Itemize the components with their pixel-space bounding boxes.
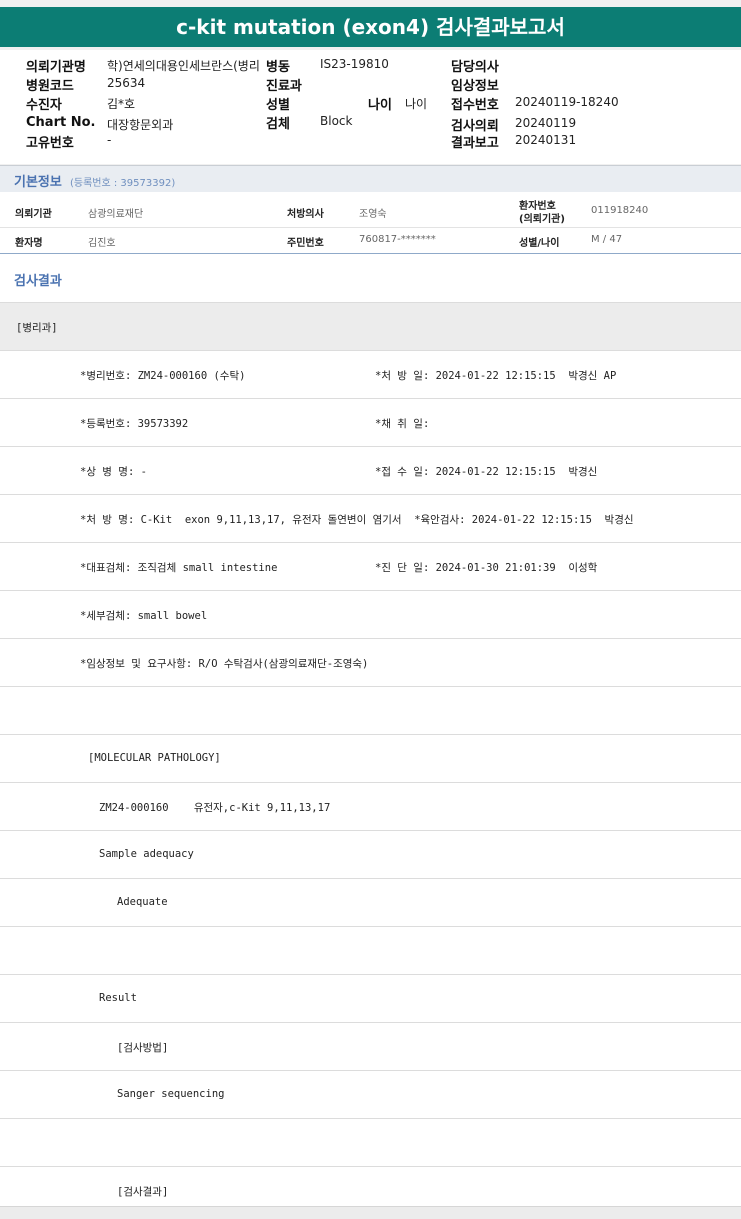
page-bottom-bar [0,1206,741,1219]
result-header: 검사결과 [0,254,741,302]
result-row: Sanger sequencing [0,1070,741,1118]
header-label-chart-no: Chart No. [26,115,96,130]
report-page: c-kit mutation (exon4) 검사결과보고서 의뢰기관명 학)연… [0,0,741,1219]
report-title: c-kit mutation (exon4) 검사결과보고서 [0,7,741,47]
basic-info-registration: (등록번호 : 39573392) [70,178,176,189]
result-row-left: *등록번호: 39573392 [80,418,189,430]
header-value-age: 나이 [405,97,428,111]
result-row-left: Sanger sequencing [117,1088,225,1100]
result-row [0,1118,741,1166]
header-value-ward: IS23-19810 [320,57,389,71]
basic-info-header: 기본정보 (등록번호 : 39573392) [0,165,741,193]
result-row-left: [검사방법] [117,1042,169,1054]
result-row: *상 병 명: - *접 수 일: 2024-01-22 12:15:15 박경… [0,446,741,494]
basic-info-table: 의뢰기관 삼광의료재단 처방의사 조영숙 환자번호 (의뢰기관) 0119182… [0,192,741,254]
result-row: Sample adequacy [0,830,741,878]
value-patient-no: 011918240 [591,205,649,216]
value-rrn: 760817-******* [359,234,436,245]
result-row: *세부검체: small bowel [0,590,741,638]
result-row-left: *처 방 명: C-Kit exon 9,11,13,17, 유전자 돌연변이 … [80,514,634,526]
result-row [0,686,741,734]
result-row-left: *병리번호: ZM24-000160 (수탁) [80,370,246,382]
header-label-department: 진료과 [266,79,302,94]
header-label-sex: 성별 [266,98,290,113]
result-row-left: *상 병 명: - [80,466,147,478]
header-label-patient: 수진자 [26,98,62,113]
basic-info-divider [0,227,741,228]
header-label-report-date: 결과보고 [451,136,499,151]
value-patient-name: 김진호 [88,238,116,249]
header-label-hospital-code: 병원코드 [26,79,74,94]
header-label-doctor: 담당의사 [451,60,499,75]
header-value-report-date: 20240131 [515,133,577,147]
result-row-right: *접 수 일: 2024-01-22 12:15:15 박경신 [375,466,598,478]
header-value-receipt-no: 20240119-18240 [515,95,619,109]
result-row: *등록번호: 39573392 *채 취 일: [0,398,741,446]
result-row: *임상정보 및 요구사항: R/O 수탁검사(삼광의료재단-조영숙) [0,638,741,686]
result-row: [MOLECULAR PATHOLOGY] [0,734,741,782]
label-sex-age: 성별/나이 [519,238,560,249]
header-label-institution: 의뢰기관명 [26,60,86,75]
result-row: [병리과] [0,302,741,350]
result-row: [검사방법] [0,1022,741,1070]
result-row-left: Result [99,992,137,1004]
result-row-left: Adequate [117,896,168,908]
label-doctor: 처방의사 [287,209,324,220]
header-label-unique-no: 고유번호 [26,136,74,151]
label-patient-no-sub: (의뢰기관) [519,214,565,225]
result-title: 검사결과 [14,274,62,289]
header-label-ward: 병동 [266,60,290,75]
result-row-left: [병리과] [16,322,58,334]
label-org: 의뢰기관 [15,209,52,220]
result-row: Adequate [0,878,741,926]
header-value-patient: 김*호 [107,97,136,111]
value-sex-age: M / 47 [591,234,623,245]
header-label-age: 나이 [368,98,392,113]
header-label-clinical-info: 임상정보 [451,79,499,94]
result-row: *대표검체: 조직검체 small intestine *진 단 일: 2024… [0,542,741,590]
result-row-right: *진 단 일: 2024-01-30 21:01:39 이성학 [375,562,598,574]
result-row-left: *대표검체: 조직검체 small intestine [80,562,278,574]
result-row: Result [0,974,741,1022]
result-row-left: ZM24-000160 유전자,c-Kit 9,11,13,17 [99,802,331,814]
result-row-left: [검사결과] [117,1186,169,1198]
value-org: 삼광의료재단 [88,209,144,220]
result-row-left: [MOLECULAR PATHOLOGY] [88,752,221,764]
header-value-institution: 학)연세의대용인세브란스(병리 [107,59,260,73]
result-row-right: *채 취 일: [375,418,430,430]
report-header: 의뢰기관명 학)연세의대용인세브란스(병리 병원코드 25634 수진자 김*호… [0,50,741,164]
header-value-chart-no: 대장항문외과 [107,118,174,132]
header-value-request-date: 20240119 [515,116,577,130]
header-value-hospital-code: 25634 [107,76,146,90]
header-label-receipt-no: 접수번호 [451,98,499,113]
result-row [0,926,741,974]
value-doctor: 조영숙 [359,209,387,220]
result-row-right: *처 방 일: 2024-01-22 12:15:15 박경신 AP [375,370,617,382]
header-label-specimen: 검체 [266,117,290,132]
result-row-left: Sample adequacy [99,848,194,860]
label-patient-name: 환자명 [15,238,43,249]
result-row: *병리번호: ZM24-000160 (수탁) *처 방 일: 2024-01-… [0,350,741,398]
label-rrn: 주민번호 [287,238,324,249]
result-row-left: *임상정보 및 요구사항: R/O 수탁검사(삼광의료재단-조영숙) [80,658,369,670]
header-value-unique-no: - [107,133,112,147]
header-value-specimen: Block [320,114,353,128]
result-row: ZM24-000160 유전자,c-Kit 9,11,13,17 [0,782,741,830]
result-row-left: *세부검체: small bowel [80,610,208,622]
basic-info-title: 기본정보 [14,175,62,190]
result-row: *처 방 명: C-Kit exon 9,11,13,17, 유전자 돌연변이 … [0,494,741,542]
